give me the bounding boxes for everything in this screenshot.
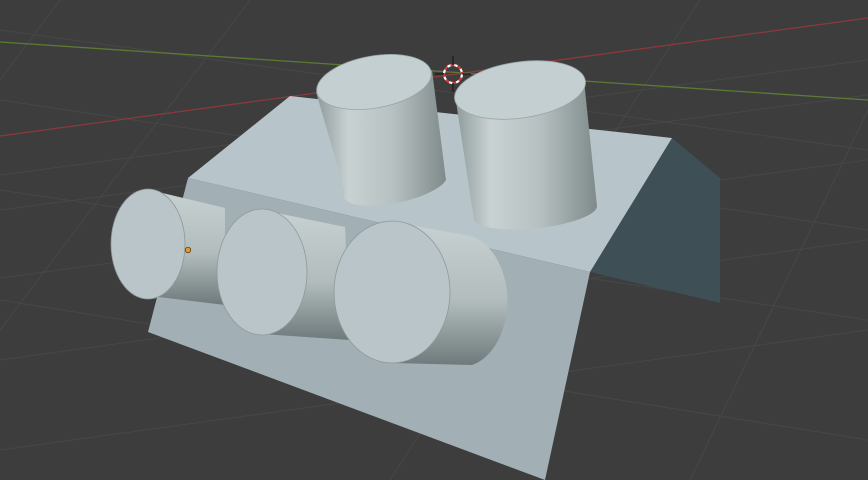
object-origin-dot[interactable]	[184, 246, 192, 254]
horizontal-cylinder-left[interactable]	[110, 188, 225, 305]
horizontal-cylinder-right[interactable]	[333, 220, 508, 365]
horizontal-cylinder-middle[interactable]	[216, 208, 350, 340]
3d-viewport[interactable]	[0, 0, 868, 480]
viewport-canvas[interactable]	[0, 0, 868, 480]
vertical-cylinder-right[interactable]	[451, 53, 598, 230]
